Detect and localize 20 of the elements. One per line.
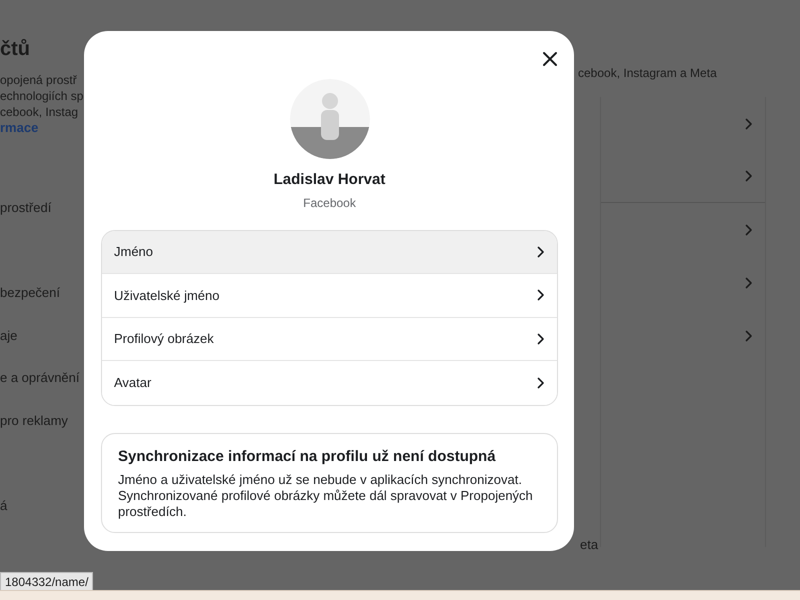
- platform-label: Facebook: [303, 194, 356, 212]
- nav-item[interactable]: aje: [0, 326, 84, 368]
- nav-item[interactable]: bezpečení: [0, 283, 84, 326]
- description-text: cebook, Instag: [0, 104, 80, 120]
- account-label: eta: [580, 536, 598, 554]
- profile-name: Ladislav Horvat: [274, 170, 386, 190]
- more-info-link[interactable]: rmace: [0, 120, 84, 136]
- list-item[interactable]: Jméno: [102, 230, 557, 274]
- status-url: 1804332/name/: [0, 572, 94, 592]
- page-title: čtů: [0, 37, 31, 62]
- list-item[interactable]: Profilový obrázek: [102, 318, 557, 361]
- description-text: cebook, Instagram a Meta: [577, 65, 718, 81]
- nav-item[interactable]: e a oprávnění: [0, 368, 84, 410]
- notice-text: Jméno a uživatelské jméno už se nebude v aplikacích synchronizovat. Synchronizované profilové obrázky můžete dál spravovat v Propojených prostředích.: [118, 472, 534, 520]
- description-text: opojená prostř: [0, 72, 78, 88]
- nav-item[interactable]: pro reklamy: [0, 410, 84, 453]
- notice-title: Synchronizace informací na profilu už není dostupná: [118, 446, 497, 466]
- nav-item[interactable]: á: [0, 496, 84, 538]
- nav-item[interactable]: prostředí: [0, 198, 84, 240]
- description-text: echnologiích sp: [0, 88, 84, 104]
